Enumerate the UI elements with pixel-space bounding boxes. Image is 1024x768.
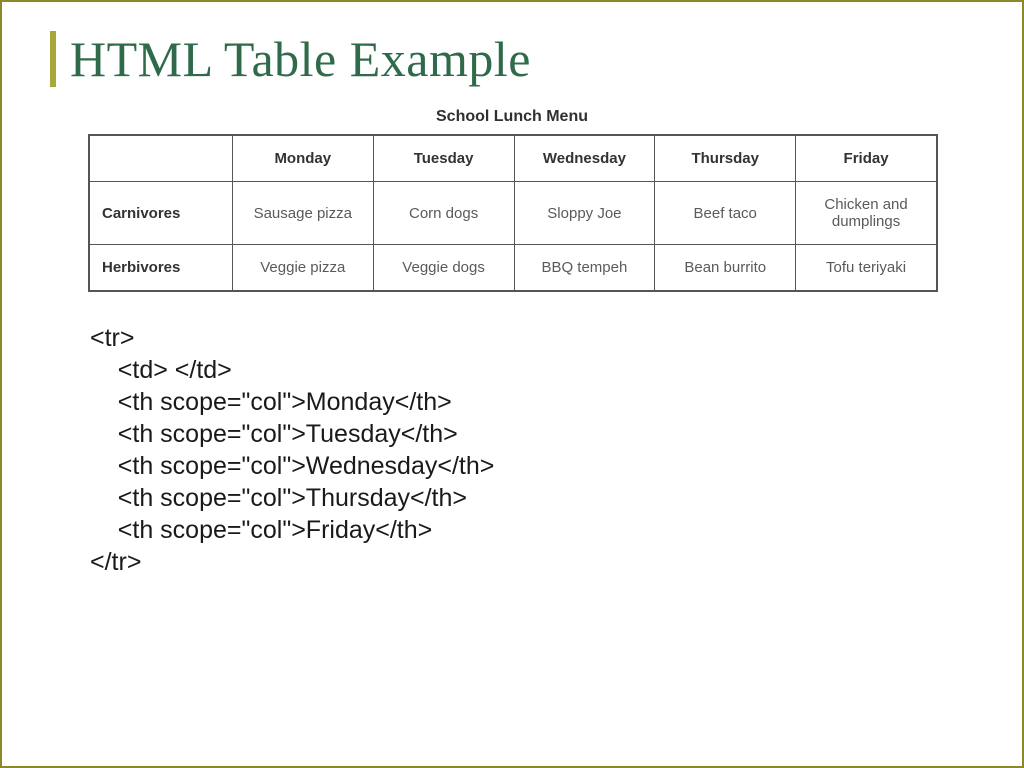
cell: Chicken and dumplings xyxy=(796,182,937,245)
code-line: <th scope="col">Thursday</th> xyxy=(90,484,467,512)
col-header-tuesday: Tuesday xyxy=(373,135,514,182)
slide-title: HTML Table Example xyxy=(70,30,531,88)
table-row: Carnivores Sausage pizza Corn dogs Slopp… xyxy=(89,182,937,245)
cell: Corn dogs xyxy=(373,182,514,245)
cell: Veggie pizza xyxy=(232,245,373,292)
cell: Bean burrito xyxy=(655,245,796,292)
title-accent-bar xyxy=(50,31,56,87)
cell: Veggie dogs xyxy=(373,245,514,292)
code-line: <th scope="col">Friday</th> xyxy=(90,516,432,544)
slide-frame: HTML Table Example School Lunch Menu Mon… xyxy=(0,0,1024,768)
code-line: </tr> xyxy=(90,548,141,576)
table-caption: School Lunch Menu xyxy=(50,108,974,126)
cell: Sausage pizza xyxy=(232,182,373,245)
code-line: <tr> xyxy=(90,324,134,352)
cell: Beef taco xyxy=(655,182,796,245)
col-header-blank xyxy=(89,135,232,182)
col-header-wednesday: Wednesday xyxy=(514,135,655,182)
cell: BBQ tempeh xyxy=(514,245,655,292)
code-sample: <tr> <td> </td> <th scope="col">Monday</… xyxy=(90,322,974,578)
code-line: <th scope="col">Wednesday</th> xyxy=(90,452,494,480)
col-header-friday: Friday xyxy=(796,135,937,182)
lunch-menu-table: Monday Tuesday Wednesday Thursday Friday… xyxy=(88,134,938,292)
col-header-thursday: Thursday xyxy=(655,135,796,182)
cell: Tofu teriyaki xyxy=(796,245,937,292)
cell: Sloppy Joe xyxy=(514,182,655,245)
code-line: <td> </td> xyxy=(90,356,232,384)
row-header-herbivores: Herbivores xyxy=(89,245,232,292)
row-header-carnivores: Carnivores xyxy=(89,182,232,245)
title-bar: HTML Table Example xyxy=(50,30,974,88)
col-header-monday: Monday xyxy=(232,135,373,182)
code-line: <th scope="col">Monday</th> xyxy=(90,388,452,416)
table-row: Herbivores Veggie pizza Veggie dogs BBQ … xyxy=(89,245,937,292)
code-line: <th scope="col">Tuesday</th> xyxy=(90,420,458,448)
table-header-row: Monday Tuesday Wednesday Thursday Friday xyxy=(89,135,937,182)
